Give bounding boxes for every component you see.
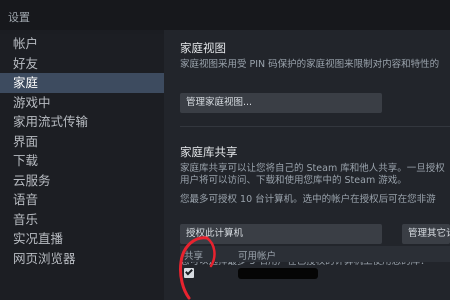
title-bar: 设置 — [0, 0, 450, 30]
sidebar-item-downloads[interactable]: 下载 — [0, 151, 164, 171]
sidebar-item-in-game[interactable]: 游戏中 — [0, 93, 164, 113]
sidebar-item-broadcasting[interactable]: 实况直播 — [0, 229, 164, 249]
red-circle-annotation — [179, 236, 216, 300]
settings-sidebar: 帐户 好友 家庭 游戏中 家用流式传输 界面 下载 云服务 语音 音乐 实况直播… — [0, 34, 164, 300]
sidebar-item-cloud[interactable]: 云服务 — [0, 171, 164, 191]
authorization-limit-text: 您最多可授权 10 台计算机。选中的帐户在授权后可在您非游 — [180, 194, 436, 205]
manage-family-view-button[interactable]: 管理家庭视图... — [180, 93, 382, 113]
sidebar-item-account[interactable]: 帐户 — [0, 34, 164, 54]
section-divider — [180, 126, 450, 127]
sidebar-item-music[interactable]: 音乐 — [0, 210, 164, 230]
sidebar-item-family[interactable]: 家庭 — [0, 73, 164, 93]
sidebar-item-interface[interactable]: 界面 — [0, 132, 164, 152]
sidebar-item-friends[interactable]: 好友 — [0, 54, 164, 74]
family-view-description: 家庭视图采用受 PIN 码保护的家庭视图来限制对内容和特性的 — [180, 59, 440, 70]
sidebar-item-remote-play[interactable]: 家用流式传输 — [0, 112, 164, 132]
sidebar-item-voice[interactable]: 语音 — [0, 190, 164, 210]
library-sharing-description-line1: 家庭库共享可以让您将自己的 Steam 库和他人共享。一旦授权 — [180, 163, 445, 174]
window-title: 设置 — [8, 11, 30, 24]
library-sharing-title: 家庭库共享 — [180, 145, 238, 159]
library-sharing-description-line2: 用户将可以访问、下载和使用您库中的 Steam 游戏。 — [180, 175, 407, 186]
family-view-title: 家庭视图 — [180, 41, 226, 55]
sidebar-item-web-browser[interactable]: 网页浏览器 — [0, 249, 164, 269]
manage-other-computers-button[interactable]: 管理其它计 — [402, 224, 450, 244]
